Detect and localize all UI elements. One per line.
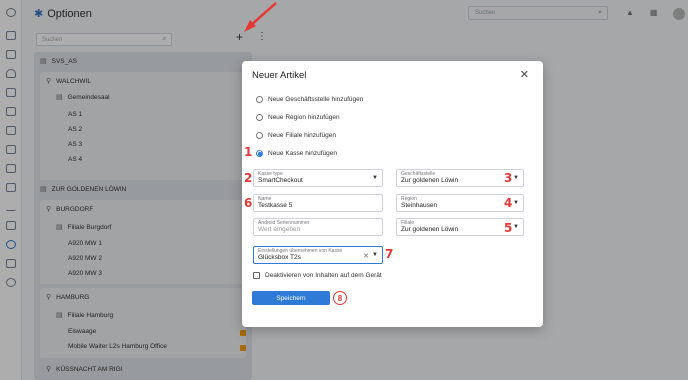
- option-label: Neue Geschäftsstelle hinzufügen: [268, 96, 364, 103]
- option-label: Neue Filiale hinzufügen: [268, 132, 336, 139]
- radio-button[interactable]: [256, 132, 263, 139]
- option-new-region[interactable]: Neue Region hinzufügen: [256, 114, 340, 121]
- clear-icon[interactable]: ✕: [363, 252, 369, 260]
- disable-content-checkbox-row[interactable]: Deaktivieren von Inhalten auf dem Gerät: [253, 272, 382, 279]
- field-value: Glücksbox T2s: [258, 254, 301, 261]
- annotation-number: 3: [504, 171, 513, 185]
- save-button[interactable]: Speichern: [252, 291, 330, 305]
- radio-button[interactable]: [256, 96, 263, 103]
- field-value: Testkasse 5: [258, 202, 293, 209]
- chevron-down-icon: ▼: [513, 224, 519, 230]
- annotation-number: 6: [244, 196, 253, 210]
- radio-button-selected[interactable]: [256, 150, 263, 157]
- radio-button[interactable]: [256, 114, 263, 121]
- field-value: SmartCheckout: [258, 177, 303, 184]
- chevron-down-icon: ▼: [372, 252, 378, 258]
- chevron-down-icon: ▼: [372, 175, 378, 181]
- annotation-number: 2: [244, 171, 253, 185]
- close-icon[interactable]: ✕: [520, 68, 529, 81]
- annotation-number: 5: [504, 221, 513, 235]
- checkbox-label: Deaktivieren von Inhalten auf dem Gerät: [265, 272, 382, 279]
- copy-settings-select[interactable]: Einstellungen übernehmen von Kasse Glück…: [253, 246, 383, 264]
- annotation-arrow-icon: [244, 2, 277, 32]
- field-value: Zur goldenen Löwin: [401, 226, 459, 233]
- field-value: Steinhausen: [401, 202, 438, 209]
- annotation-number: 1: [244, 145, 253, 159]
- kasse-type-select[interactable]: Kasse type SmartCheckout ▼: [253, 169, 383, 187]
- annotation-number: 4: [504, 196, 513, 210]
- chevron-down-icon: ▼: [513, 200, 519, 206]
- dialog-title: Neuer Artikel: [252, 70, 307, 81]
- checkbox[interactable]: [253, 272, 260, 279]
- annotation-number: 7: [385, 247, 394, 261]
- field-value: Zur goldenen Löwin: [401, 177, 459, 184]
- option-new-branch[interactable]: Neue Geschäftsstelle hinzufügen: [256, 96, 363, 103]
- option-new-register[interactable]: Neue Kasse hinzufügen: [256, 150, 337, 157]
- field-placeholder: Wert eingeben: [258, 226, 301, 233]
- new-item-dialog: Neuer Artikel ✕ Neue Geschäftsstelle hin…: [242, 61, 543, 327]
- option-label: Neue Kasse hinzufügen: [268, 150, 338, 157]
- serial-number-field[interactable]: Android Seriennummer Wert eingeben: [253, 218, 383, 236]
- option-new-store[interactable]: Neue Filiale hinzufügen: [256, 132, 336, 139]
- chevron-down-icon: ▼: [513, 175, 519, 181]
- option-label: Neue Region hinzufügen: [268, 114, 340, 121]
- name-field[interactable]: Name Testkasse 5: [253, 194, 383, 212]
- annotation-number: 8: [333, 291, 347, 305]
